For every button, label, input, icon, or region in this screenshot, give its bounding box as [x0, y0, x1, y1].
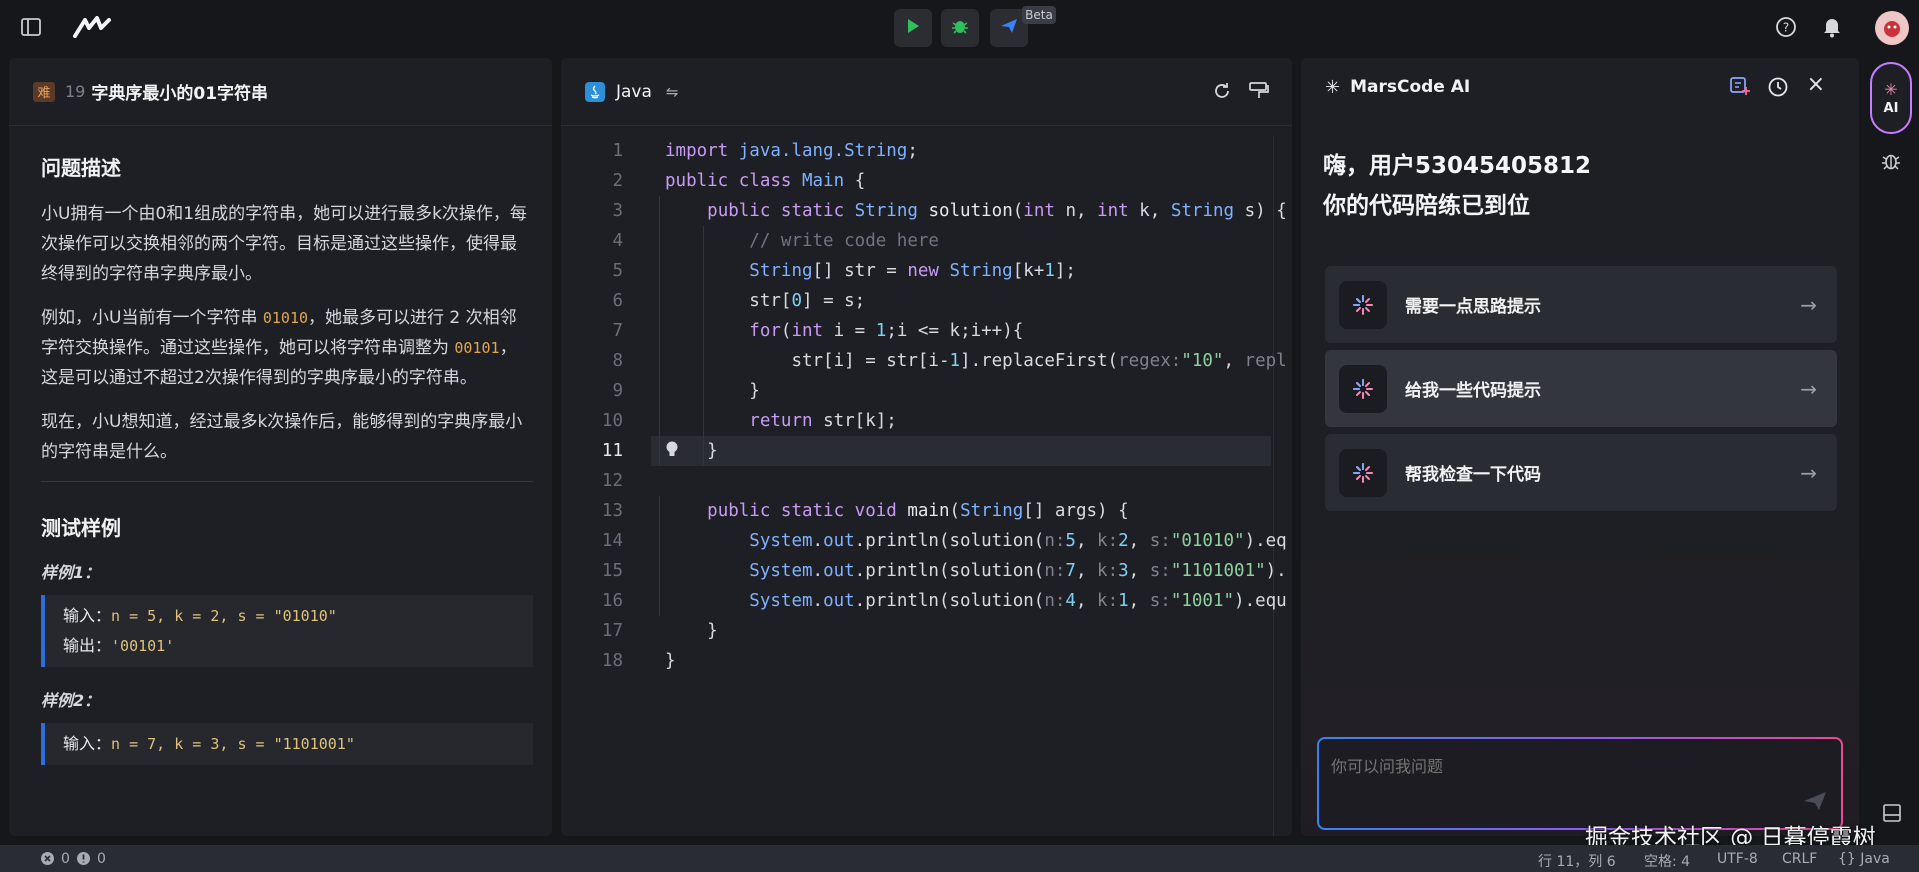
suggestion-code-hint[interactable]: 给我一些代码提示 →	[1325, 350, 1837, 427]
editor-header: Java ⇋	[561, 58, 1292, 126]
reset-icon[interactable]	[1212, 81, 1232, 105]
suggestion-label: 需要一点思路提示	[1405, 297, 1541, 317]
side-rail: ✳ AI	[1866, 58, 1919, 845]
sparkle-icon	[1339, 280, 1387, 329]
suggestion-label: 帮我检查一下代码	[1405, 465, 1541, 485]
problem-panel: 难 19 字典序最小的01字符串 问题描述 小U拥有一个由0和1组成的字符串，她…	[9, 58, 552, 836]
error-icon[interactable]	[40, 851, 55, 870]
language-label[interactable]: Java	[616, 82, 652, 102]
problem-description: 问题描述 小U拥有一个由0和1组成的字符串，她可以进行最多k次操作，每次操作可以…	[41, 152, 533, 785]
bug-icon	[951, 17, 969, 39]
problem-number: 19	[65, 82, 86, 101]
sample-1-block: 输入：n = 5, k = 2, s = "01010" 输出：'00101'	[41, 595, 533, 667]
warning-count: 0	[97, 851, 106, 867]
send-message-icon[interactable]	[1803, 790, 1827, 816]
problem-title: 字典序最小的01字符串	[91, 84, 269, 104]
code-line: }	[665, 651, 676, 671]
sidebar-toggle-icon[interactable]	[18, 14, 44, 40]
suggestion-hint-idea[interactable]: 需要一点思路提示 →	[1325, 266, 1837, 343]
problem-header: 难 19 字典序最小的01字符串	[9, 58, 552, 126]
language-mode[interactable]: {} Java	[1838, 851, 1890, 867]
description-para-1: 小U拥有一个由0和1组成的字符串，她可以进行最多k次操作，每次操作可以交换相邻的…	[41, 204, 527, 284]
suggestion-label: 给我一些代码提示	[1405, 381, 1541, 401]
greeting-line-1: 嗨，用户53045405812	[1323, 153, 1592, 179]
ai-input[interactable]	[1331, 753, 1771, 813]
code-line: return str[k];	[749, 411, 897, 431]
sparkle-icon	[1339, 364, 1387, 413]
top-bar: Beta ?	[0, 0, 1919, 56]
code-line: import java.lang.String;	[665, 141, 918, 161]
ai-sparkle-icon: ✳	[1884, 80, 1898, 99]
run-button[interactable]	[894, 9, 932, 47]
status-bar: 0 0 行 11，列 6 空格: 4 UTF-8 CRLF {} Java	[0, 845, 1919, 872]
code-line: str[0] = s;	[749, 291, 866, 311]
ai-title: MarsCode AI	[1350, 77, 1471, 97]
ai-tab-label: AI	[1883, 101, 1899, 116]
format-icon[interactable]	[1248, 81, 1270, 105]
history-icon[interactable]	[1767, 76, 1789, 102]
ai-tab[interactable]: ✳ AI	[1870, 62, 1912, 134]
error-count: 0	[61, 851, 70, 867]
code-line: }	[707, 621, 718, 641]
debug-tab-icon[interactable]	[1880, 150, 1902, 176]
section-heading-description: 问题描述	[41, 156, 121, 180]
send-icon	[1000, 17, 1018, 39]
panel-layout-icon[interactable]	[1882, 803, 1902, 827]
beta-badge: Beta	[1022, 6, 1056, 24]
ai-input-box[interactable]	[1317, 737, 1843, 830]
bell-icon[interactable]	[1820, 15, 1844, 39]
code-line: str[i] = str[i-1].replaceFirst(regex:"10…	[791, 351, 1287, 371]
code-line: public class Main {	[665, 171, 866, 191]
encoding[interactable]: UTF-8	[1717, 851, 1758, 867]
code-line: public static String solution(int n, int…	[707, 201, 1287, 221]
play-icon	[905, 18, 921, 38]
description-para-3: 现在，小U想知道，经过最多k次操作后，能够得到的字典序最小的字符串是什么。	[41, 412, 523, 462]
code-line: public static void main(String[] args) {	[707, 501, 1129, 521]
arrow-right-icon: →	[1800, 376, 1817, 401]
divider	[41, 481, 533, 482]
section-heading-tests: 测试样例	[41, 516, 121, 540]
code-line: // write code here	[749, 231, 939, 251]
code-line: System.out.println(solution(n:7, k:3, s:…	[749, 561, 1287, 581]
difficulty-badge: 难	[33, 81, 55, 102]
greeting-line-2: 你的代码陪练已到位	[1323, 193, 1530, 219]
new-chat-icon[interactable]	[1729, 76, 1751, 100]
suggestion-check-code[interactable]: 帮我检查一下代码 →	[1325, 434, 1837, 511]
sample-2-block: 输入：n = 7, k = 3, s = "1101001"	[41, 723, 533, 765]
code-line: System.out.println(solution(n:5, k:2, s:…	[749, 531, 1287, 551]
cursor-position[interactable]: 行 11，列 6	[1538, 851, 1616, 871]
svg-text:?: ?	[1783, 21, 1789, 35]
java-icon	[585, 81, 605, 102]
switch-language-icon[interactable]: ⇋	[666, 83, 679, 101]
indent-setting[interactable]: 空格: 4	[1644, 851, 1690, 871]
line-ending[interactable]: CRLF	[1782, 851, 1817, 867]
sample-2-title: 样例2：	[41, 691, 101, 710]
warning-icon[interactable]	[76, 851, 91, 870]
marscode-logo[interactable]	[72, 14, 112, 40]
editor-panel: Java ⇋ 1 2 3 4 5 6 7 8 9 10 11 12 13 14 15 16 17 18 impor…	[561, 58, 1292, 836]
code-area[interactable]: 1 2 3 4 5 6 7 8 9 10 11 12 13 14 15 16 17 18 import java.…	[561, 136, 1292, 836]
help-icon[interactable]: ?	[1774, 15, 1798, 39]
description-para-2: 例如，小U当前有一个字符串 01010，她最多可以进行 2 次相邻字符交换操作。…	[41, 308, 517, 388]
arrow-right-icon: →	[1800, 292, 1817, 317]
code-line: String[] str = new String[k+1];	[749, 261, 1076, 281]
marscode-ai-icon: ✳	[1325, 76, 1341, 98]
debug-button[interactable]	[941, 9, 979, 47]
code-line: for(int i = 1;i <= k;i++){	[749, 321, 1024, 341]
close-icon[interactable]: ×	[1807, 72, 1825, 97]
code-line: }	[749, 381, 760, 401]
code-line: System.out.println(solution(n:4, k:1, s:…	[749, 591, 1287, 611]
ai-greeting: 嗨，用户53045405812 你的代码陪练已到位	[1323, 146, 1591, 226]
ai-header: ✳ MarsCode AI ×	[1301, 58, 1859, 116]
sample-1-title: 样例1：	[41, 563, 101, 582]
arrow-right-icon: →	[1800, 460, 1817, 485]
avatar[interactable]	[1875, 11, 1909, 45]
code-line: }	[707, 441, 718, 461]
sparkle-icon	[1339, 448, 1387, 497]
